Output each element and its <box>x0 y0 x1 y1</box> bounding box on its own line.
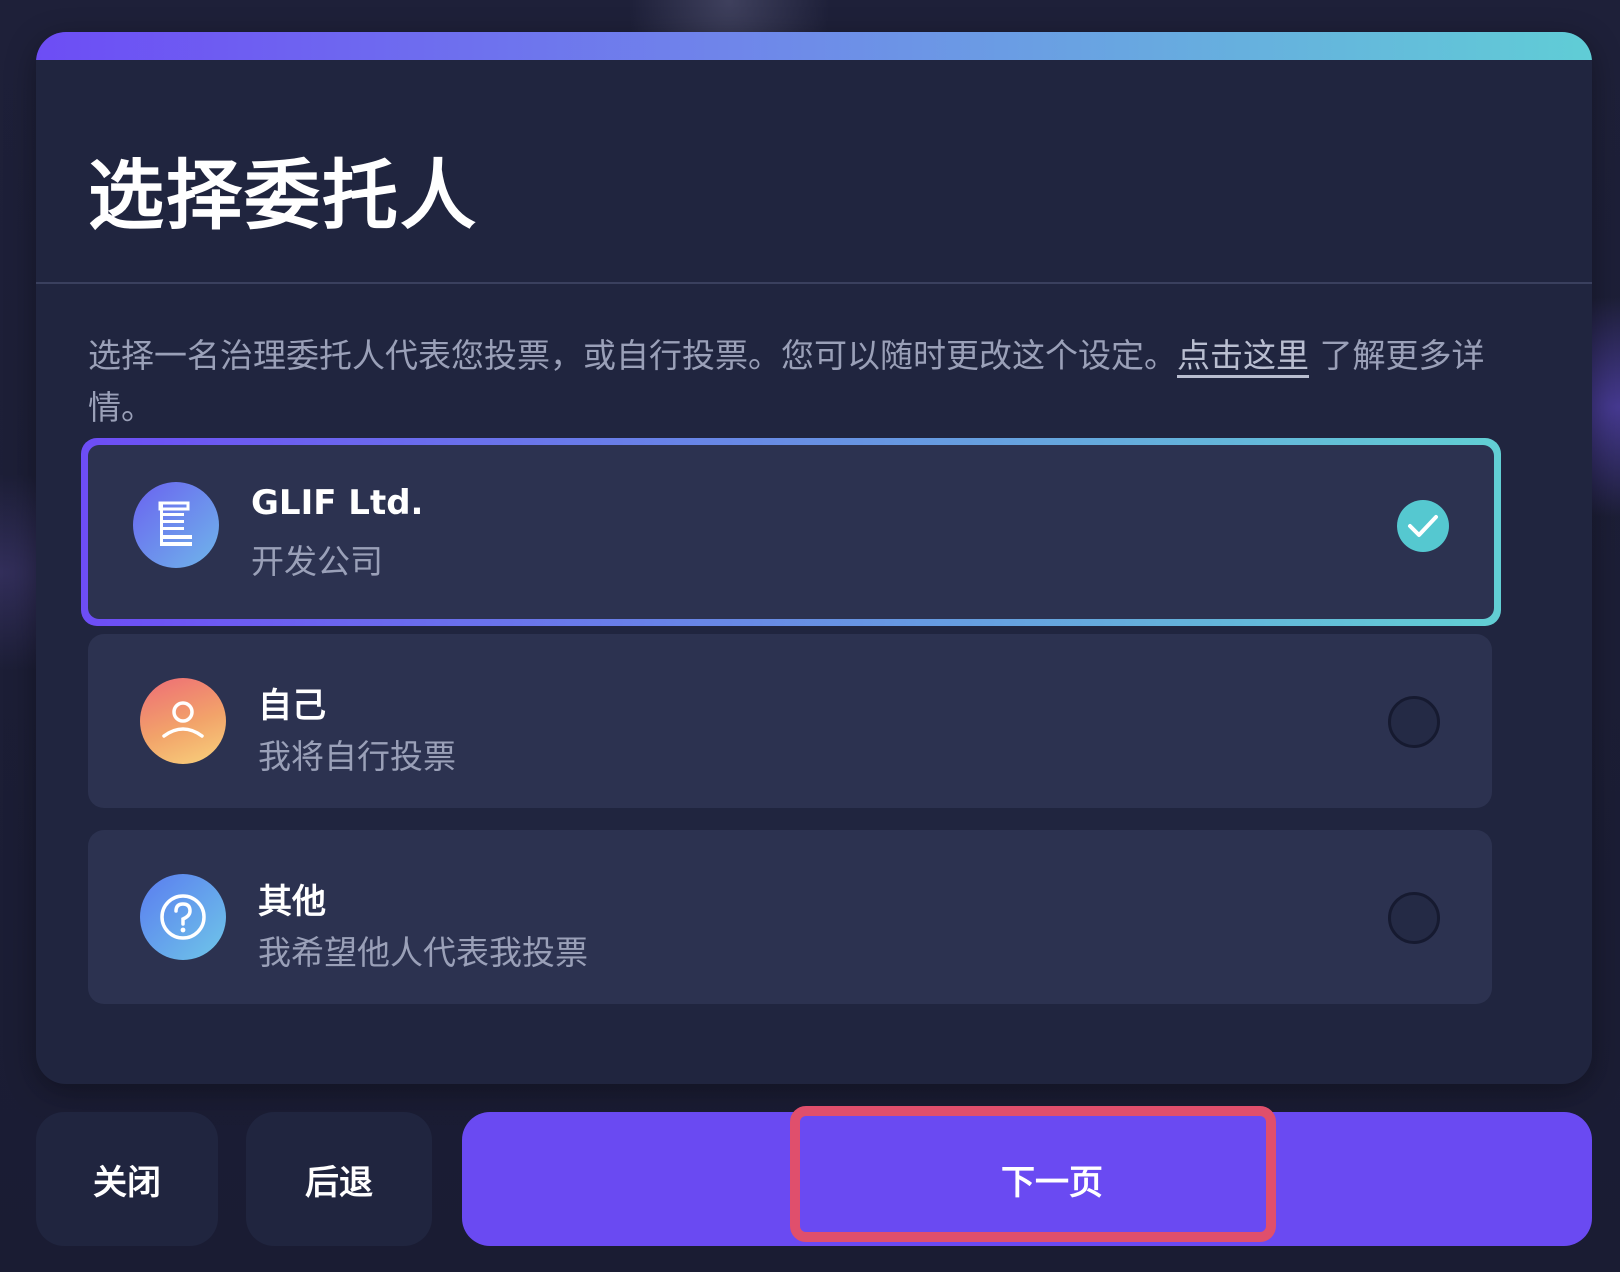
description-text: 选择一名治理委托人代表您投票，或自行投票。您可以随时更改这个设定。 <box>88 336 1177 375</box>
dialog-title: 选择委托人 <box>88 151 478 240</box>
dialog-header: 选择委托人 <box>36 60 1592 284</box>
next-button[interactable]: 下一页 <box>462 1112 1592 1246</box>
back-button[interactable]: 后退 <box>246 1112 432 1246</box>
document-icon <box>133 482 219 568</box>
option-other[interactable]: 其他 我希望他人代表我投票 <box>88 830 1492 1004</box>
next-button-label: 下一页 <box>1001 1162 1103 1203</box>
option-subtitle: 开发公司 <box>251 542 383 581</box>
dialog-description: 选择一名治理委托人代表您投票，或自行投票。您可以随时更改这个设定。点击这里 了解… <box>88 330 1508 434</box>
check-icon[interactable] <box>1397 500 1449 552</box>
option-subtitle: 我将自行投票 <box>258 737 456 776</box>
learn-more-link[interactable]: 点击这里 <box>1177 336 1309 375</box>
option-title: 其他 <box>258 882 326 922</box>
option-glif[interactable]: GLIF Ltd. 开发公司 <box>81 438 1501 626</box>
delegate-dialog: 选择委托人 选择一名治理委托人代表您投票，或自行投票。您可以随时更改这个设定。点… <box>36 32 1592 1084</box>
option-self[interactable]: 自己 我将自行投票 <box>88 634 1492 808</box>
close-button[interactable]: 关闭 <box>36 1112 218 1246</box>
radio-unselected[interactable] <box>1388 892 1440 944</box>
option-title: GLIF Ltd. <box>251 483 424 523</box>
option-title: 自己 <box>258 686 326 726</box>
person-icon <box>140 678 226 764</box>
radio-unselected[interactable] <box>1388 696 1440 748</box>
dialog-accent-bar <box>36 32 1592 60</box>
option-subtitle: 我希望他人代表我投票 <box>258 933 588 972</box>
question-icon <box>140 874 226 960</box>
